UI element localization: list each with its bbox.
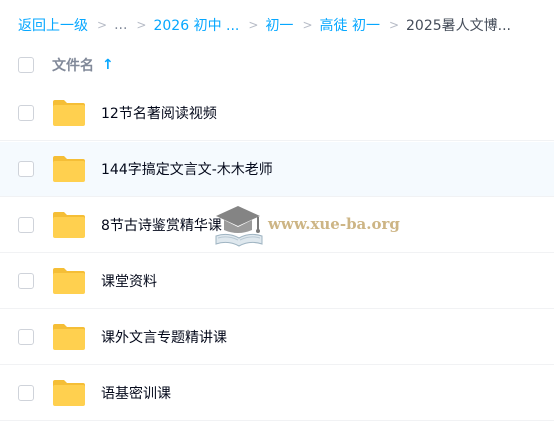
file-row[interactable]: 语基密训课 [0,366,554,421]
column-header-filename[interactable]: 文件名 ↑ [52,55,114,75]
breadcrumb: 返回上一级 > ... > 2026 初中 ... > 初一 > 高徒 初一 >… [18,14,511,36]
folder-icon [53,100,85,126]
folder-icon [53,268,85,294]
row-checkbox[interactable] [18,329,34,345]
breadcrumb-ellipsis[interactable]: ... [114,17,127,33]
arrow-up-icon: ↑ [102,57,114,73]
breadcrumb-separator: > [302,18,313,32]
table-header: 文件名 ↑ [0,44,554,86]
file-row[interactable]: 课堂资料 [0,254,554,309]
file-row[interactable]: 课外文言专题精讲课 [0,310,554,365]
file-name[interactable]: 8节古诗鉴赏精华课 [101,215,222,235]
folder-icon [53,212,85,238]
breadcrumb-separator: > [136,18,147,32]
row-checkbox[interactable] [18,105,34,121]
file-name[interactable]: 12节名著阅读视频 [101,103,217,123]
file-row[interactable]: 144字搞定文言文-木木老师 [0,142,554,197]
breadcrumb-current: 2025暑人文博... [406,18,511,34]
breadcrumb-item-grade[interactable]: 初一 [265,15,293,35]
row-checkbox[interactable] [18,217,34,233]
breadcrumb-back[interactable]: 返回上一级 [18,15,88,35]
file-name[interactable]: 144字搞定文言文-木木老师 [101,159,273,179]
select-all-checkbox[interactable] [18,57,34,73]
file-name[interactable]: 语基密训课 [101,383,171,403]
file-row[interactable]: 12节名著阅读视频 [0,86,554,141]
file-name[interactable]: 课堂资料 [101,271,157,291]
row-checkbox[interactable] [18,161,34,177]
file-list-page: 返回上一级 > ... > 2026 初中 ... > 初一 > 高徒 初一 >… [0,0,554,426]
folder-icon [53,156,85,182]
row-checkbox[interactable] [18,273,34,289]
folder-icon [53,324,85,350]
breadcrumb-item-gaotu[interactable]: 高徒 初一 [320,15,380,35]
breadcrumb-separator: > [97,18,108,32]
column-header-label: 文件名 [52,58,94,74]
breadcrumb-item-2026[interactable]: 2026 初中 ... [153,15,239,35]
breadcrumb-separator: > [388,18,400,32]
file-row[interactable]: 8节古诗鉴赏精华课 [0,198,554,253]
file-name[interactable]: 课外文言专题精讲课 [101,327,227,347]
row-checkbox[interactable] [18,385,34,401]
folder-icon [53,380,85,406]
breadcrumb-separator: > [248,18,259,32]
